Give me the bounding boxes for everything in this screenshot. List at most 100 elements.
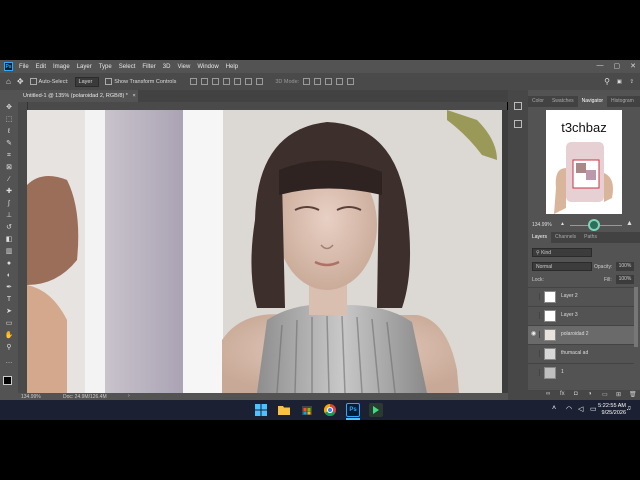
layer-row[interactable]: 1 (528, 363, 634, 382)
eraser-tool-icon[interactable]: ◧ (4, 236, 14, 244)
file-explorer-icon[interactable] (277, 403, 291, 417)
tab-layers[interactable]: Layers (528, 232, 552, 243)
align-right-icon[interactable] (212, 78, 220, 85)
menu-3d[interactable]: 3D (163, 64, 171, 70)
pen-tool-icon[interactable]: ✒ (4, 284, 14, 292)
close-button[interactable]: ✕ (630, 62, 636, 70)
recorder-app-icon[interactable] (369, 403, 383, 417)
volume-icon[interactable]: ◁ (578, 405, 583, 413)
add-mask-icon[interactable]: ◘ (574, 391, 578, 397)
battery-icon[interactable]: ▭ (590, 405, 597, 413)
status-arrow-icon[interactable]: › (128, 393, 130, 399)
tab-channels[interactable]: Channels (551, 232, 580, 243)
tab-histogram[interactable]: Histogram (607, 96, 638, 107)
3d-slide-icon[interactable] (336, 78, 344, 85)
photoshop-taskbar-icon[interactable]: Ps (346, 403, 360, 417)
photoshop-logo[interactable]: Ps (4, 62, 13, 71)
history-brush-icon[interactable]: ↺ (4, 224, 14, 232)
move-tool-icon[interactable]: ✥ (4, 104, 14, 112)
blend-mode-dropdown[interactable]: Normal (532, 262, 592, 271)
healing-brush-icon[interactable]: ✚ (4, 188, 14, 196)
visibility-toggle[interactable] (531, 369, 540, 376)
auto-select-checkbox[interactable] (29, 78, 37, 85)
3d-pan-icon[interactable] (325, 78, 333, 85)
more-options-icon[interactable] (256, 78, 264, 85)
type-tool-icon[interactable]: T (4, 296, 14, 304)
taskbar-clock[interactable]: 5:22:55 AM 9/25/2026 (598, 403, 626, 417)
layer-row[interactable]: Layer 3 (528, 306, 634, 325)
visibility-toggle[interactable] (531, 350, 540, 357)
align-center-icon[interactable] (201, 78, 209, 85)
crop-tool-icon[interactable]: ⌗ (4, 152, 14, 160)
opacity-input[interactable]: 100% (616, 262, 634, 271)
menu-edit[interactable]: Edit (36, 64, 46, 70)
tab-swatches[interactable]: Swatches (548, 96, 578, 107)
share-icon[interactable]: ⇪ (629, 79, 634, 85)
edit-toolbar-icon[interactable]: … (4, 358, 14, 366)
menu-select[interactable]: Select (119, 64, 136, 70)
blur-tool-icon[interactable]: ● (4, 260, 14, 268)
align-bottom-icon[interactable] (245, 78, 253, 85)
layers-scrollbar[interactable] (634, 287, 638, 347)
delete-layer-icon[interactable]: 🗑 (629, 391, 637, 398)
layer-row-selected[interactable]: ◉ polaroidad 2 (528, 325, 634, 344)
home-icon[interactable]: ⌂ (6, 77, 11, 86)
move-tool-icon[interactable]: ✥ (17, 77, 24, 86)
workspace-icon[interactable]: ▣ (617, 79, 622, 85)
lasso-tool-icon[interactable]: ℓ (4, 128, 14, 136)
layer-filter-dropdown[interactable]: ⚲ Kind (532, 248, 592, 257)
dodge-tool-icon[interactable]: ◐ (4, 272, 14, 280)
visibility-toggle[interactable] (531, 312, 540, 319)
visibility-toggle[interactable] (531, 293, 540, 300)
brush-tool-icon[interactable]: ∫ (4, 200, 14, 208)
chrome-icon[interactable] (323, 403, 337, 417)
menu-type[interactable]: Type (99, 64, 112, 70)
align-top-icon[interactable] (223, 78, 231, 85)
store-icon[interactable] (300, 403, 314, 417)
eye-icon[interactable]: ◉ (531, 331, 540, 338)
clone-stamp-icon[interactable]: ⊥ (4, 212, 14, 220)
menu-file[interactable]: File (19, 64, 29, 70)
menu-image[interactable]: Image (53, 64, 70, 70)
frame-tool-icon[interactable]: ⊠ (4, 164, 14, 172)
path-select-icon[interactable]: ➤ (4, 308, 14, 316)
fill-input[interactable]: 100% (616, 275, 634, 284)
zoom-out-icon[interactable]: ▲ (560, 221, 565, 227)
tab-color[interactable]: Color (528, 96, 548, 107)
tab-paths[interactable]: Paths (580, 232, 601, 243)
foreground-color-swatch[interactable] (3, 376, 12, 385)
layer-row[interactable]: thumacal ad (528, 344, 634, 363)
document-tab-close[interactable]: × (132, 93, 135, 99)
fx-icon[interactable]: fx (560, 391, 565, 397)
history-panel-icon[interactable] (514, 102, 522, 110)
3d-orbit-icon[interactable] (303, 78, 311, 85)
document-tab[interactable]: Untitled-1 @ 135% (polaroidad 2, RGB/8) … (18, 90, 138, 102)
rectangle-tool-icon[interactable]: ▭ (4, 320, 14, 328)
search-icon[interactable]: ⚲ (604, 77, 610, 86)
marquee-tool-icon[interactable]: ⬚ (4, 116, 14, 124)
eyedropper-tool-icon[interactable]: ∕ (4, 176, 14, 184)
zoom-tool-icon[interactable]: ⚲ (4, 344, 14, 352)
quick-select-icon[interactable]: ✎ (4, 140, 14, 148)
3d-scale-icon[interactable] (347, 78, 355, 85)
transform-controls-checkbox[interactable] (105, 78, 113, 85)
menu-help[interactable]: Help (226, 64, 238, 70)
chevron-up-icon[interactable]: ˄ (552, 405, 556, 412)
document-canvas[interactable] (27, 110, 502, 393)
3d-roll-icon[interactable] (314, 78, 322, 85)
align-middle-icon[interactable] (234, 78, 242, 85)
navigator-thumbnail[interactable]: t3chbaz (546, 110, 622, 214)
zoom-slider-handle[interactable] (588, 219, 600, 231)
menu-window[interactable]: Window (197, 64, 218, 70)
minimize-button[interactable]: — (597, 62, 604, 70)
menu-view[interactable]: View (177, 64, 190, 70)
notification-bell-icon[interactable]: ♫ (626, 405, 631, 412)
menu-layer[interactable]: Layer (77, 64, 92, 70)
layer-row[interactable]: Layer 2 (528, 287, 634, 306)
tab-navigator[interactable]: Navigator (577, 96, 608, 107)
windows-start-icon[interactable] (254, 403, 268, 417)
align-left-icon[interactable] (190, 78, 198, 85)
new-group-icon[interactable]: ▭ (602, 391, 608, 398)
zoom-in-icon[interactable]: ▲ (626, 220, 633, 227)
properties-panel-icon[interactable] (514, 120, 522, 128)
